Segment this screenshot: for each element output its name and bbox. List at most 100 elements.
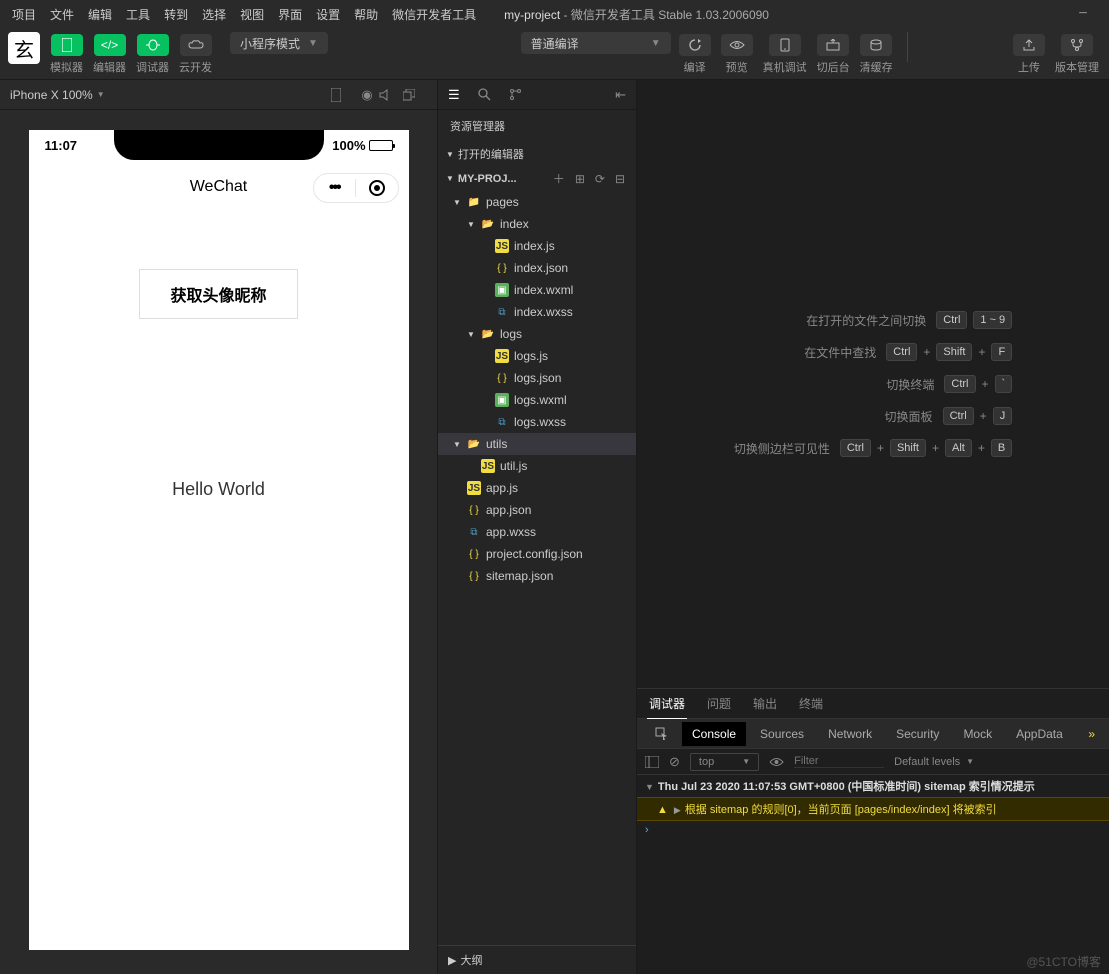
menu-tools[interactable]: 工具 (120, 3, 156, 26)
battery-icon (369, 140, 393, 151)
devtools-tab-sources[interactable]: Sources (750, 722, 814, 746)
refresh-icon[interactable]: ⟳ (592, 172, 608, 186)
tree-node-app-js[interactable]: JSapp.js (438, 477, 636, 499)
upload-button[interactable]: 上传 (1011, 32, 1047, 77)
outline-section[interactable]: ▶大纲 (438, 945, 636, 974)
mute-icon[interactable] (379, 89, 403, 101)
devtools-tab-mock[interactable]: Mock (953, 722, 1002, 746)
console-filter-input[interactable] (794, 755, 884, 768)
record-icon[interactable]: ◉ (355, 87, 379, 103)
get-avatar-button[interactable]: 获取头像昵称 (139, 269, 297, 319)
chevron-down-icon: ▼ (651, 38, 661, 49)
console-clear-icon[interactable]: ⊘ (669, 754, 680, 770)
version-button[interactable]: 版本管理 (1053, 32, 1101, 77)
hello-text: Hello World (172, 479, 265, 500)
menu-interface[interactable]: 界面 (272, 3, 308, 26)
menu-edit[interactable]: 编辑 (82, 3, 118, 26)
phone-navbar: WeChat ••• (29, 165, 409, 209)
tree-node-index[interactable]: ▼📂index (438, 213, 636, 235)
tree-node-project-config-json[interactable]: { }project.config.json (438, 543, 636, 565)
tree-node-util-js[interactable]: JSutil.js (438, 455, 636, 477)
panel-tab-terminal[interactable]: 终端 (797, 689, 825, 718)
clear-cache-button[interactable]: 清缓存 (858, 32, 895, 77)
shortcut-row: 切换面板Ctrl+J (734, 407, 1012, 425)
editor-toggle[interactable]: </>编辑器 (91, 32, 128, 77)
shortcut-row: 切换终端Ctrl+` (734, 375, 1012, 393)
devtools-tab-appdata[interactable]: AppData (1006, 722, 1073, 746)
chevron-icon: ▼ (452, 440, 462, 449)
menu-file[interactable]: 文件 (44, 3, 80, 26)
tree-node-index-js[interactable]: JSindex.js (438, 235, 636, 257)
mode-selector[interactable]: 小程序模式▼ (230, 32, 328, 54)
app-logo: 玄 (8, 32, 40, 64)
tree-node-app-wxss[interactable]: ⧉app.wxss (438, 521, 636, 543)
panel-tab-debugger[interactable]: 调试器 (647, 689, 687, 719)
console-warning[interactable]: ▲▶根据 sitemap 的规则[0]，当前页面 [pages/index/in… (637, 797, 1109, 821)
tree-node-utils[interactable]: ▼📂utils (438, 433, 636, 455)
chevron-down-icon: ▼ (308, 38, 318, 49)
tree-node-logs-wxml[interactable]: ▣logs.wxml (438, 389, 636, 411)
capsule-close-icon[interactable] (356, 180, 398, 196)
devtools-tab-network[interactable]: Network (818, 722, 882, 746)
chevron-down-icon: ▼ (966, 757, 974, 766)
tree-node-logs-json[interactable]: { }logs.json (438, 367, 636, 389)
compile-button[interactable]: 编译 (677, 32, 713, 77)
devtools-more-icon[interactable]: » (1082, 727, 1101, 741)
device-icon[interactable] (331, 88, 355, 102)
device-selector[interactable]: iPhone X 100%▼ (10, 88, 105, 102)
preview-button[interactable]: 预览 (719, 32, 755, 77)
menu-goto[interactable]: 转到 (158, 3, 194, 26)
search-tab-icon[interactable] (474, 86, 495, 103)
collapse-all-icon[interactable]: ⊟ (612, 172, 628, 186)
menu-settings[interactable]: 设置 (310, 3, 346, 26)
tree-node-sitemap-json[interactable]: { }sitemap.json (438, 565, 636, 587)
tree-node-app-json[interactable]: { }app.json (438, 499, 636, 521)
capsule-button[interactable]: ••• (313, 173, 399, 203)
detach-icon[interactable] (403, 89, 427, 101)
menu-wechat-devtools[interactable]: 微信开发者工具 (386, 3, 482, 26)
console-context-selector[interactable]: top▼ (690, 753, 759, 771)
debugger-toggle[interactable]: 调试器 (134, 32, 171, 77)
open-editors-section[interactable]: ▼打开的编辑器 (438, 142, 636, 166)
git-tab-icon[interactable] (505, 86, 526, 103)
menu-select[interactable]: 选择 (196, 3, 232, 26)
project-section[interactable]: ▼ MY-PROJ... ＋ ⊞ ⟳ ⊟ (438, 166, 636, 191)
devtools-tab-security[interactable]: Security (886, 722, 949, 746)
tree-node-logs[interactable]: ▼📂logs (438, 323, 636, 345)
devtools-inspect-icon[interactable] (645, 722, 678, 745)
simulator-toggle[interactable]: 模拟器 (48, 32, 85, 77)
panel-tab-output[interactable]: 输出 (751, 689, 779, 718)
remote-debug-button[interactable]: 真机调试 (761, 32, 809, 77)
tree-node-index-wxml[interactable]: ▣index.wxml (438, 279, 636, 301)
compile-mode-selector[interactable]: 普通编译▼ (521, 32, 671, 54)
tree-node-index-json[interactable]: { }index.json (438, 257, 636, 279)
capsule-menu-icon[interactable]: ••• (314, 179, 356, 197)
collapse-icon[interactable]: ⇤ (611, 85, 630, 105)
shortcut-row: 在文件中查找Ctrl+Shift+F (734, 343, 1012, 361)
console-levels-selector[interactable]: Default levels▼ (894, 756, 974, 768)
console-sidebar-icon[interactable] (645, 756, 659, 768)
menu-help[interactable]: 帮助 (348, 3, 384, 26)
cloud-dev-button[interactable]: 云开发 (177, 32, 214, 77)
menu-project[interactable]: 项目 (6, 3, 42, 26)
new-file-icon[interactable]: ＋ (550, 170, 568, 187)
console-prompt[interactable]: › (637, 821, 1109, 839)
devtools-tab-console[interactable]: Console (682, 722, 746, 746)
tree-node-index-wxss[interactable]: ⧉index.wxss (438, 301, 636, 323)
window-title: my-project - 微信开发者工具 Stable 1.03.2006090 (504, 6, 769, 23)
console-live-icon[interactable] (769, 757, 784, 767)
explorer-tab-icon[interactable]: ☰ (444, 85, 464, 105)
tree-node-logs-js[interactable]: JSlogs.js (438, 345, 636, 367)
explorer-panel: ☰ ⇤ 资源管理器 ▼打开的编辑器 ▼ MY-PROJ... ＋ ⊞ ⟳ ⊟ ▼… (437, 80, 637, 974)
editor-empty-state: 在打开的文件之间切换Ctrl1 ~ 9在文件中查找Ctrl+Shift+F切换终… (637, 80, 1109, 688)
new-folder-icon[interactable]: ⊞ (572, 172, 588, 186)
panel-tab-problems[interactable]: 问题 (705, 689, 733, 718)
background-button[interactable]: 切后台 (815, 32, 852, 77)
window-minimize-button[interactable]: − (1063, 5, 1103, 23)
toolbar: 玄 模拟器 </>编辑器 调试器 云开发 小程序模式▼ 普通编译▼ 编译 预览 … (0, 28, 1109, 80)
menu-view[interactable]: 视图 (234, 3, 270, 26)
warning-icon: ▲ (657, 804, 668, 816)
tree-node-pages[interactable]: ▼📁pages (438, 191, 636, 213)
console-log-group[interactable]: ▼Thu Jul 23 2020 11:07:53 GMT+0800 (中国标准… (637, 775, 1109, 797)
tree-node-logs-wxss[interactable]: ⧉logs.wxss (438, 411, 636, 433)
